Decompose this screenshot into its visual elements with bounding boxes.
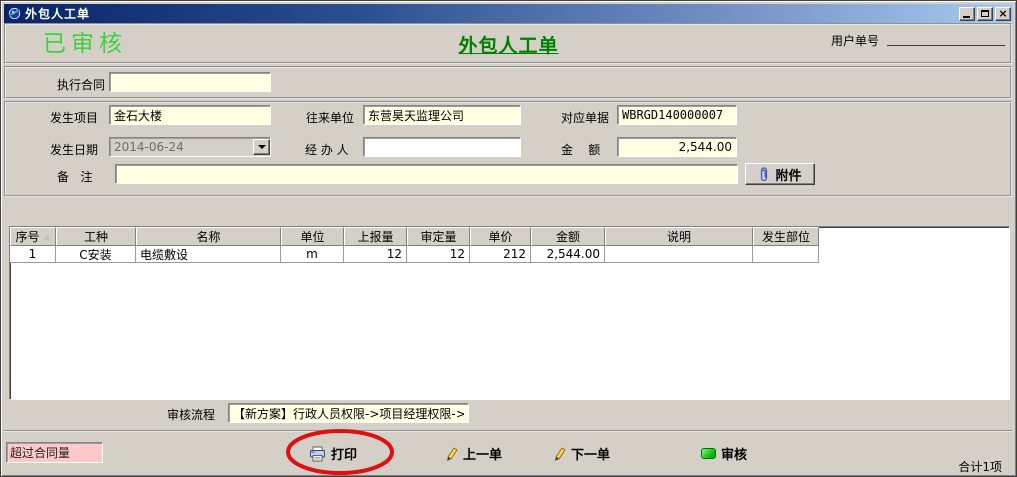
print-button-label: 打印 — [331, 444, 357, 463]
contract-input[interactable] — [109, 72, 271, 92]
contract-label: 执行合同 — [57, 76, 105, 93]
ref-doc-input[interactable] — [617, 105, 737, 125]
sort-ascending-icon — [43, 234, 51, 240]
handler-label: 经 办 人 — [305, 141, 349, 158]
cell-approved-qty: 12 — [407, 246, 470, 263]
next-doc-label: 下一单 — [571, 444, 610, 463]
printer-icon — [309, 446, 326, 462]
approval-flow-label: 审核流程 — [167, 406, 215, 423]
remark-label: 备 注 — [57, 168, 92, 185]
amount-input[interactable] — [617, 137, 737, 157]
column-header[interactable]: 序号 — [10, 227, 56, 246]
column-header[interactable]: 说明 — [605, 227, 753, 246]
column-header[interactable]: 上报量 — [344, 227, 407, 246]
hand-pen-icon — [553, 446, 566, 462]
cell-note — [605, 246, 753, 263]
minimize-icon — [963, 16, 970, 18]
approval-flow-input[interactable] — [228, 403, 469, 423]
line-items-grid[interactable]: 序号 工种 名称 单位 上报量 审定量 单价 金额 说明 发生部位 1 C安装 … — [9, 226, 1010, 400]
project-input[interactable] — [109, 105, 271, 125]
date-dropdown-button[interactable] — [253, 139, 270, 155]
cell-department — [753, 246, 819, 263]
column-header[interactable]: 单价 — [470, 227, 531, 246]
remark-input[interactable] — [115, 164, 738, 184]
minimize-button[interactable] — [959, 7, 975, 21]
window-title: 外包人工单 — [25, 5, 90, 22]
counterparty-input[interactable] — [363, 105, 521, 125]
column-header[interactable]: 单位 — [281, 227, 344, 246]
total-count-label: 合计1项 — [958, 458, 1002, 475]
column-header[interactable]: 金额 — [531, 227, 605, 246]
warning-box: 超过合同量 — [6, 442, 103, 463]
column-header[interactable]: 发生部位 — [753, 227, 819, 246]
close-icon: × — [998, 9, 1007, 19]
app-window: 外包人工单 × 已审核 外包人工单 用户单号 执行合同 发生项目 往来单位 对应… — [0, 0, 1017, 477]
cell-unit-price: 212 — [470, 246, 531, 263]
close-button[interactable]: × — [995, 7, 1011, 21]
grid-header-row: 序号 工种 名称 单位 上报量 审定量 单价 金额 说明 发生部位 — [10, 227, 1009, 246]
cell-unit: m — [281, 246, 344, 263]
footer-bar: 超过合同量 打印 上一单 下一单 — [4, 430, 1012, 475]
user-doc-underline — [887, 45, 1005, 46]
handler-input[interactable] — [363, 137, 521, 157]
approve-icon — [701, 448, 716, 459]
project-label: 发生项目 — [50, 109, 98, 126]
date-combobox[interactable]: 2014-06-24 — [109, 137, 271, 157]
date-value: 2014-06-24 — [114, 140, 184, 154]
attach-button[interactable]: 附件 — [745, 163, 815, 185]
cell-amount: 2,544.00 — [531, 246, 605, 263]
approve-button[interactable]: 审核 — [701, 444, 747, 463]
approve-button-label: 审核 — [721, 444, 747, 463]
chevron-down-icon — [258, 145, 266, 149]
column-header[interactable]: 工种 — [56, 227, 136, 246]
date-label: 发生日期 — [50, 141, 98, 158]
cell-seq: 1 — [10, 246, 56, 263]
maximize-button[interactable] — [977, 7, 993, 21]
paperclip-icon — [758, 167, 770, 182]
cell-worktype: C安装 — [56, 246, 136, 263]
next-doc-button[interactable]: 下一单 — [553, 444, 610, 463]
hand-pen-icon — [445, 446, 458, 462]
user-doc-label: 用户单号 — [831, 32, 879, 49]
attach-button-label: 附件 — [775, 165, 801, 184]
previous-doc-label: 上一单 — [463, 444, 502, 463]
column-header[interactable]: 审定量 — [407, 227, 470, 246]
ref-doc-label: 对应单据 — [561, 109, 609, 126]
counterparty-label: 往来单位 — [306, 109, 354, 126]
previous-doc-button[interactable]: 上一单 — [445, 444, 502, 463]
cell-reported-qty: 12 — [344, 246, 407, 263]
table-row[interactable]: 1 C安装 电缆敷设 m 12 12 212 2,544.00 — [10, 246, 1009, 263]
cell-name: 电缆敷设 — [136, 246, 281, 263]
titlebar: 外包人工单 × — [4, 4, 1013, 23]
print-button[interactable]: 打印 — [309, 444, 357, 463]
amount-label: 金 额 — [561, 141, 610, 158]
app-icon — [7, 6, 22, 21]
column-header[interactable]: 名称 — [136, 227, 281, 246]
maximize-icon — [981, 10, 989, 17]
